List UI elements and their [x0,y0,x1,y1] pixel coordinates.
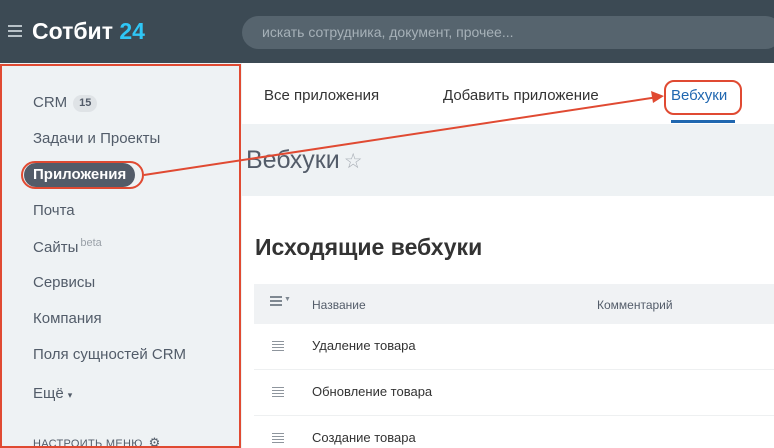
annotation-highlight-webhooks-tab [664,80,742,115]
logo[interactable]: Сотбит 24 [32,18,145,45]
table-row[interactable]: Создание товара [254,416,774,448]
top-header: Сотбит 24 искать сотрудника, документ, п… [0,0,774,63]
logo-number: 24 [119,18,145,44]
grid-header: ▼ Название Комментарий [254,284,774,324]
annotation-highlight-left-menu [0,64,241,448]
tab-all-applications[interactable]: Все приложения [264,87,379,104]
row-name[interactable]: Создание товара [312,430,416,445]
search-input[interactable]: искать сотрудника, документ, прочее... [242,16,774,49]
row-name[interactable]: Удаление товара [312,338,416,353]
annotation-highlight-applications [21,161,144,189]
row-menu-icon[interactable] [272,433,284,445]
column-header-name[interactable]: Название [312,298,366,312]
section-title: Исходящие вебхуки [255,234,483,260]
star-icon[interactable]: ☆ [344,150,363,173]
page-title: Вебхуки [246,146,340,174]
logo-text: Сотбит [32,18,113,44]
tab-add-application[interactable]: Добавить приложение [443,87,599,104]
table-row[interactable]: Удаление товара [254,324,774,370]
row-menu-icon[interactable] [272,387,284,399]
page-title-wrap: Вебхуки ☆ [246,146,363,175]
page-title-bar: Вебхуки ☆ [242,124,774,196]
row-menu-icon[interactable] [272,341,284,353]
chevron-down-icon[interactable]: ▼ [284,296,291,303]
hamburger-menu-icon[interactable] [8,25,22,37]
active-tab-indicator [671,120,735,123]
table-row[interactable]: Обновление товара [254,370,774,416]
webhooks-card: Исходящие вебхуки ▼ Название Комментарий… [242,196,774,448]
column-header-comment[interactable]: Комментарий [597,298,673,312]
row-name[interactable]: Обновление товара [312,384,432,399]
column-settings-icon[interactable] [270,296,282,306]
